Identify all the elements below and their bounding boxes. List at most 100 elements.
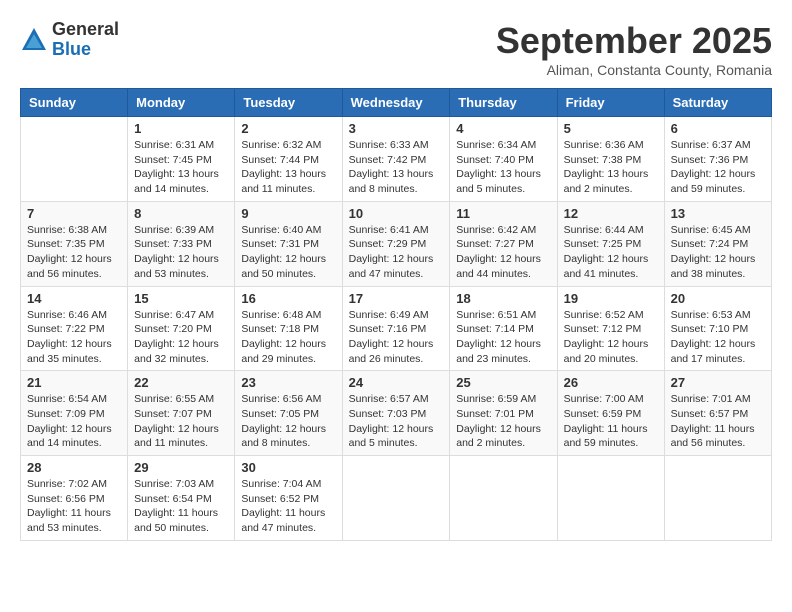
- calendar-week-row: 28 Sunrise: 7:02 AM Sunset: 6:56 PM Dayli…: [21, 456, 772, 541]
- day-number: 11: [456, 206, 550, 221]
- day-info: Sunrise: 7:01 AM Sunset: 6:57 PM Dayligh…: [671, 392, 765, 451]
- day-info: Sunrise: 6:40 AM Sunset: 7:31 PM Dayligh…: [241, 223, 335, 282]
- day-number: 27: [671, 375, 765, 390]
- calendar-cell: 4Sunrise: 6:34 AM Sunset: 7:40 PM Daylig…: [450, 117, 557, 202]
- calendar-cell: 13 Sunrise: 6:45 AM Sunset: 7:24 PM Dayli…: [664, 201, 771, 286]
- day-number: 5: [564, 121, 658, 136]
- day-number: 3: [349, 121, 444, 136]
- calendar-weekday-header: Sunday: [21, 89, 128, 117]
- title-area: September 2025 Aliman, Constanta County,…: [496, 20, 772, 78]
- day-info: Sunrise: 6:53 AM Sunset: 7:10 PM Dayligh…: [671, 308, 765, 367]
- day-info: Sunrise: 6:36 AM Sunset: 7:38 PM Dayligh…: [564, 138, 658, 197]
- day-info: Sunrise: 6:44 AM Sunset: 7:25 PM Dayligh…: [564, 223, 658, 282]
- calendar-cell: 2 Sunrise: 6:32 AM Sunset: 7:44 PM Daylig…: [235, 117, 342, 202]
- day-number: 1: [134, 121, 228, 136]
- day-info: Sunrise: 6:41 AM Sunset: 7:29 PM Dayligh…: [349, 223, 444, 282]
- calendar-week-row: 21Sunrise: 6:54 AM Sunset: 7:09 PM Dayli…: [21, 371, 772, 456]
- day-info: Sunrise: 6:37 AM Sunset: 7:36 PM Dayligh…: [671, 138, 765, 197]
- calendar-cell: 19 Sunrise: 6:52 AM Sunset: 7:12 PM Dayli…: [557, 286, 664, 371]
- calendar-cell: 14 Sunrise: 6:46 AM Sunset: 7:22 PM Dayli…: [21, 286, 128, 371]
- day-info: Sunrise: 7:04 AM Sunset: 6:52 PM Dayligh…: [241, 477, 335, 536]
- calendar-cell: [557, 456, 664, 541]
- day-info: Sunrise: 6:34 AM Sunset: 7:40 PM Dayligh…: [456, 138, 550, 197]
- month-title: September 2025: [496, 20, 772, 62]
- day-number: 20: [671, 291, 765, 306]
- day-number: 28: [27, 460, 121, 475]
- day-number: 7: [27, 206, 121, 221]
- calendar-cell: 9 Sunrise: 6:40 AM Sunset: 7:31 PM Daylig…: [235, 201, 342, 286]
- calendar-cell: 3Sunrise: 6:33 AM Sunset: 7:42 PM Daylig…: [342, 117, 450, 202]
- day-number: 25: [456, 375, 550, 390]
- day-number: 10: [349, 206, 444, 221]
- day-number: 14: [27, 291, 121, 306]
- calendar-cell: 1 Sunrise: 6:31 AM Sunset: 7:45 PM Daylig…: [128, 117, 235, 202]
- day-number: 21: [27, 375, 121, 390]
- logo-icon: [20, 26, 48, 54]
- day-number: 17: [349, 291, 444, 306]
- calendar-cell: 25 Sunrise: 6:59 AM Sunset: 7:01 PM Dayli…: [450, 371, 557, 456]
- day-number: 8: [134, 206, 228, 221]
- day-number: 26: [564, 375, 658, 390]
- calendar-week-row: 14 Sunrise: 6:46 AM Sunset: 7:22 PM Dayli…: [21, 286, 772, 371]
- day-info: Sunrise: 7:00 AM Sunset: 6:59 PM Dayligh…: [564, 392, 658, 451]
- calendar-cell: 11Sunrise: 6:42 AM Sunset: 7:27 PM Dayli…: [450, 201, 557, 286]
- location: Aliman, Constanta County, Romania: [496, 62, 772, 78]
- calendar-cell: [342, 456, 450, 541]
- calendar-weekday-header: Wednesday: [342, 89, 450, 117]
- calendar-cell: 15Sunrise: 6:47 AM Sunset: 7:20 PM Dayli…: [128, 286, 235, 371]
- day-info: Sunrise: 6:32 AM Sunset: 7:44 PM Dayligh…: [241, 138, 335, 197]
- calendar-cell: 27 Sunrise: 7:01 AM Sunset: 6:57 PM Dayli…: [664, 371, 771, 456]
- day-info: Sunrise: 6:55 AM Sunset: 7:07 PM Dayligh…: [134, 392, 228, 451]
- calendar-cell: 12 Sunrise: 6:44 AM Sunset: 7:25 PM Dayli…: [557, 201, 664, 286]
- day-number: 23: [241, 375, 335, 390]
- day-number: 6: [671, 121, 765, 136]
- calendar-cell: 17 Sunrise: 6:49 AM Sunset: 7:16 PM Dayli…: [342, 286, 450, 371]
- logo-general: General: [52, 20, 119, 40]
- calendar-cell: [450, 456, 557, 541]
- calendar-cell: 7 Sunrise: 6:38 AM Sunset: 7:35 PM Daylig…: [21, 201, 128, 286]
- calendar-cell: 23 Sunrise: 6:56 AM Sunset: 7:05 PM Dayli…: [235, 371, 342, 456]
- calendar-cell: 10 Sunrise: 6:41 AM Sunset: 7:29 PM Dayli…: [342, 201, 450, 286]
- day-number: 19: [564, 291, 658, 306]
- day-number: 29: [134, 460, 228, 475]
- calendar-week-row: 1 Sunrise: 6:31 AM Sunset: 7:45 PM Daylig…: [21, 117, 772, 202]
- calendar-cell: 29Sunrise: 7:03 AM Sunset: 6:54 PM Dayli…: [128, 456, 235, 541]
- page-header: General Blue September 2025 Aliman, Cons…: [20, 20, 772, 78]
- day-info: Sunrise: 6:46 AM Sunset: 7:22 PM Dayligh…: [27, 308, 121, 367]
- calendar-cell: 24Sunrise: 6:57 AM Sunset: 7:03 PM Dayli…: [342, 371, 450, 456]
- day-number: 22: [134, 375, 228, 390]
- day-info: Sunrise: 6:45 AM Sunset: 7:24 PM Dayligh…: [671, 223, 765, 282]
- day-info: Sunrise: 6:47 AM Sunset: 7:20 PM Dayligh…: [134, 308, 228, 367]
- calendar-cell: 8Sunrise: 6:39 AM Sunset: 7:33 PM Daylig…: [128, 201, 235, 286]
- day-number: 9: [241, 206, 335, 221]
- calendar-week-row: 7 Sunrise: 6:38 AM Sunset: 7:35 PM Daylig…: [21, 201, 772, 286]
- day-number: 24: [349, 375, 444, 390]
- day-info: Sunrise: 6:38 AM Sunset: 7:35 PM Dayligh…: [27, 223, 121, 282]
- calendar-header-row: SundayMondayTuesdayWednesdayThursdayFrid…: [21, 89, 772, 117]
- day-number: 2: [241, 121, 335, 136]
- calendar-weekday-header: Thursday: [450, 89, 557, 117]
- day-info: Sunrise: 6:59 AM Sunset: 7:01 PM Dayligh…: [456, 392, 550, 451]
- calendar-cell: 28 Sunrise: 7:02 AM Sunset: 6:56 PM Dayli…: [21, 456, 128, 541]
- calendar-cell: 18Sunrise: 6:51 AM Sunset: 7:14 PM Dayli…: [450, 286, 557, 371]
- calendar-cell: [21, 117, 128, 202]
- calendar-cell: 22 Sunrise: 6:55 AM Sunset: 7:07 PM Dayli…: [128, 371, 235, 456]
- logo: General Blue: [20, 20, 119, 60]
- calendar-cell: 30 Sunrise: 7:04 AM Sunset: 6:52 PM Dayli…: [235, 456, 342, 541]
- day-info: Sunrise: 6:31 AM Sunset: 7:45 PM Dayligh…: [134, 138, 228, 197]
- day-info: Sunrise: 6:56 AM Sunset: 7:05 PM Dayligh…: [241, 392, 335, 451]
- day-info: Sunrise: 7:02 AM Sunset: 6:56 PM Dayligh…: [27, 477, 121, 536]
- calendar-weekday-header: Tuesday: [235, 89, 342, 117]
- calendar-weekday-header: Saturday: [664, 89, 771, 117]
- day-info: Sunrise: 6:52 AM Sunset: 7:12 PM Dayligh…: [564, 308, 658, 367]
- calendar-body: 1 Sunrise: 6:31 AM Sunset: 7:45 PM Daylig…: [21, 117, 772, 541]
- day-info: Sunrise: 6:49 AM Sunset: 7:16 PM Dayligh…: [349, 308, 444, 367]
- day-number: 12: [564, 206, 658, 221]
- calendar-weekday-header: Monday: [128, 89, 235, 117]
- day-number: 30: [241, 460, 335, 475]
- calendar-weekday-header: Friday: [557, 89, 664, 117]
- calendar-cell: 16 Sunrise: 6:48 AM Sunset: 7:18 PM Dayli…: [235, 286, 342, 371]
- day-info: Sunrise: 6:48 AM Sunset: 7:18 PM Dayligh…: [241, 308, 335, 367]
- day-number: 16: [241, 291, 335, 306]
- day-number: 13: [671, 206, 765, 221]
